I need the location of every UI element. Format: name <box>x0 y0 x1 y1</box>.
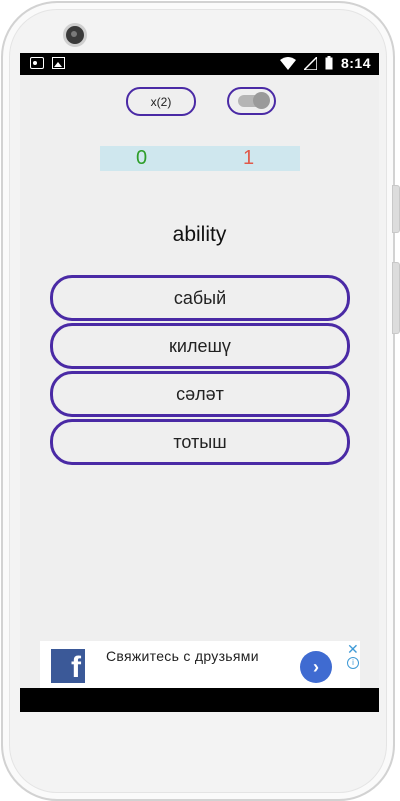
close-icon[interactable]: ✕ <box>347 641 359 658</box>
mode-toggle[interactable] <box>227 87 276 115</box>
answer-list: сабый килешү сәләт тотыш <box>50 275 350 467</box>
radio-icon <box>30 57 44 69</box>
signal-icon <box>303 56 317 70</box>
battery-icon <box>325 56 333 70</box>
status-bar: 8:14 <box>20 53 379 75</box>
ad-text[interactable]: Свяжитесь с друзьями <box>106 647 286 666</box>
ad-banner[interactable]: f Свяжитесь с друзьями › ✕ i <box>40 641 360 688</box>
score-bar: 0 1 <box>100 146 300 171</box>
wifi-icon <box>279 56 296 70</box>
answer-option[interactable]: сәләт <box>50 371 350 417</box>
answer-option[interactable]: килешү <box>50 323 350 369</box>
status-time: 8:14 <box>340 55 371 71</box>
answer-option[interactable]: сабый <box>50 275 350 321</box>
correct-count: 0 <box>136 147 148 169</box>
question-word: ability <box>172 223 227 246</box>
volume-button <box>392 185 400 233</box>
navigation-bar <box>20 688 379 712</box>
chevron-right-icon[interactable]: › <box>300 651 332 683</box>
power-button <box>392 262 400 334</box>
multiplier-button[interactable]: x(2) <box>126 87 196 116</box>
wrong-count: 1 <box>243 147 255 169</box>
toggle-thumb <box>253 92 270 109</box>
info-icon[interactable]: i <box>347 657 359 669</box>
facebook-logo-icon: f <box>51 649 85 683</box>
app-screen: 8:14 x(2) 0 1 ability сабый килешү сәләт… <box>20 53 379 712</box>
answer-option[interactable]: тотыш <box>50 419 350 465</box>
front-camera-icon <box>63 23 87 47</box>
image-icon <box>52 57 65 69</box>
